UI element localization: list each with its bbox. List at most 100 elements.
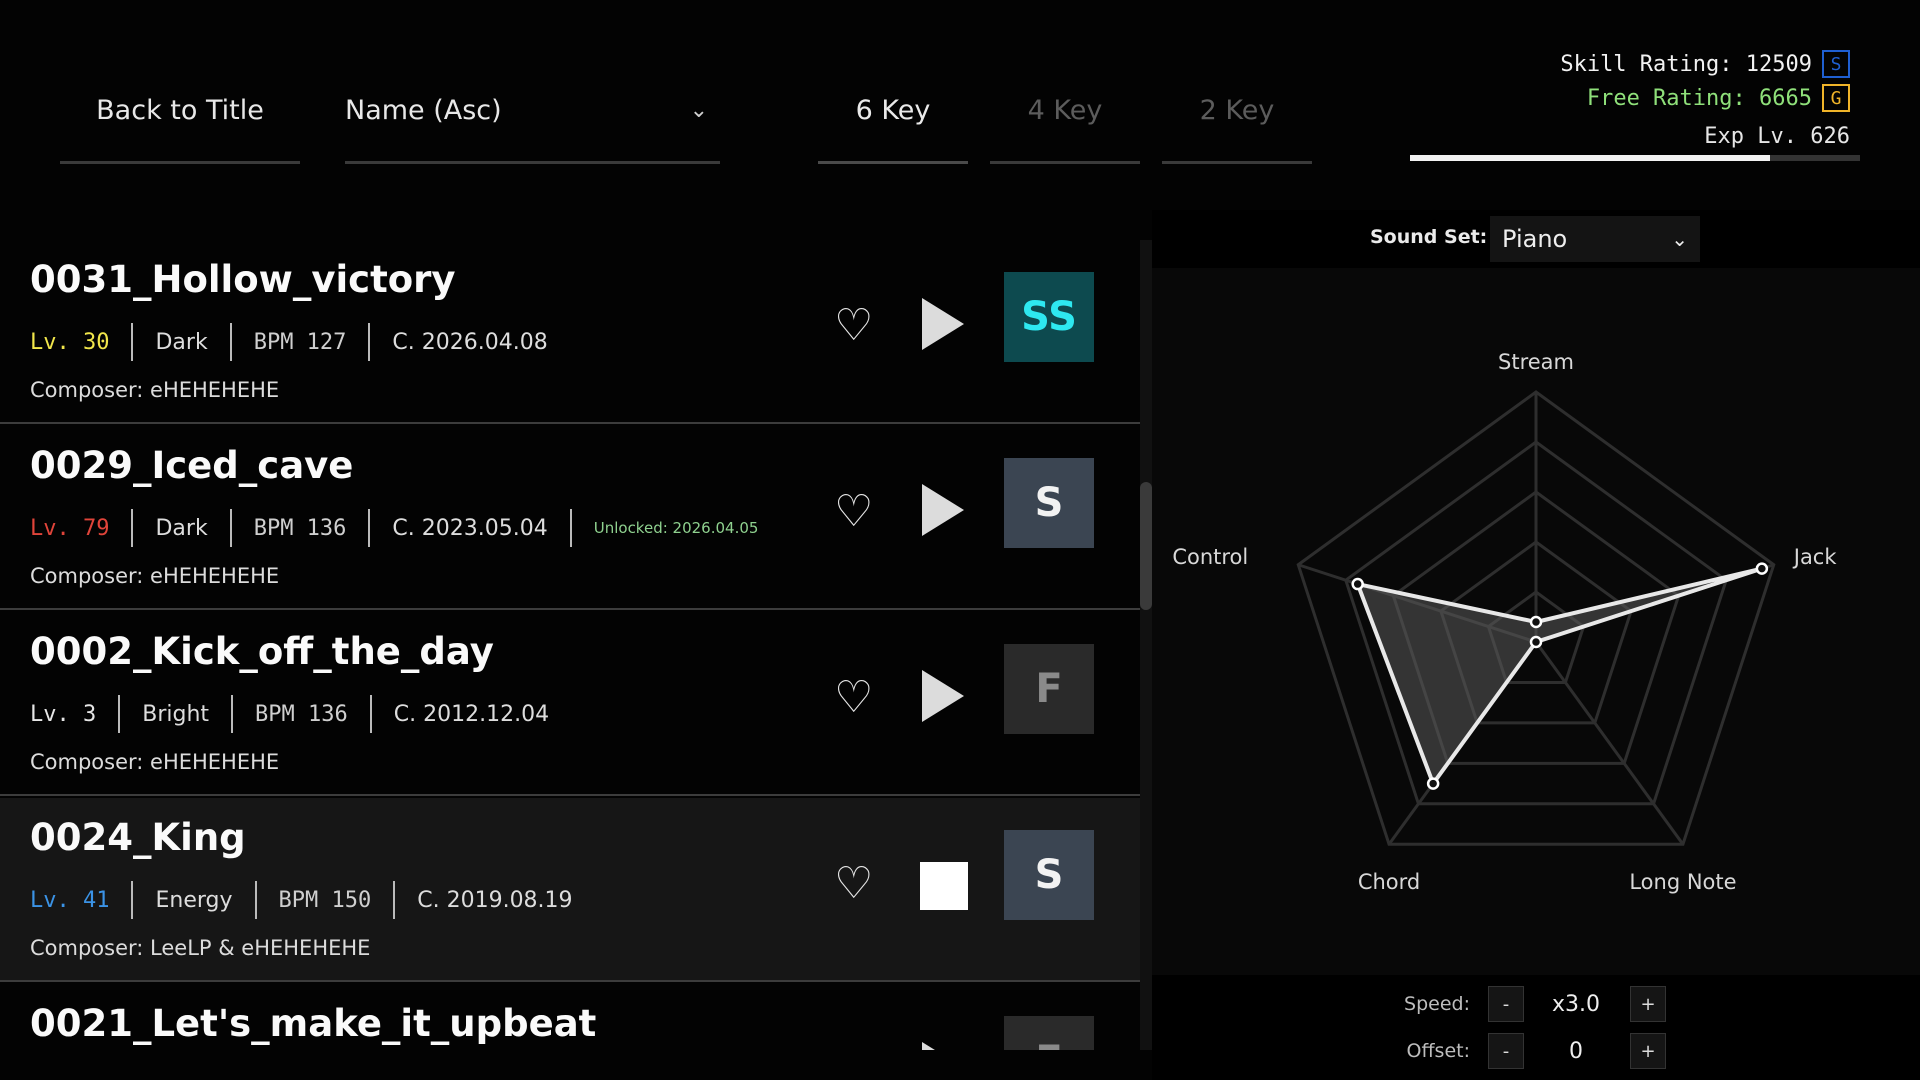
exp-progress-bar [1410, 155, 1860, 161]
play-icon[interactable] [922, 484, 964, 536]
radar-value-point [1755, 562, 1769, 575]
sound-set-label: Sound Set: [1370, 226, 1488, 248]
song-title: 0002_Kick_off_the_day [30, 630, 494, 673]
divider [369, 695, 372, 733]
back-to-title-label: Back to Title [96, 95, 264, 126]
offset-label: Offset: [1406, 1040, 1471, 1062]
song-row[interactable]: 0029_Iced_cave Lv. 79 Dark BPM 136 C. 20… [0, 426, 1140, 610]
skill-rank-badge: S [1822, 50, 1850, 78]
chevron-down-icon: ⌄ [1671, 227, 1688, 251]
divider [254, 881, 257, 919]
play-icon[interactable] [922, 1042, 964, 1050]
divider [368, 323, 371, 361]
song-row[interactable]: 0031_Hollow_victory Lv. 30 Dark BPM 127 … [0, 240, 1140, 424]
song-date: C. 2019.08.19 [417, 887, 573, 913]
grade-badge: S [1004, 458, 1094, 548]
radar-axis-label: Jack [1793, 544, 1837, 569]
grade-badge: F [1004, 1016, 1094, 1050]
chevron-down-icon: ⌄ [689, 98, 708, 123]
song-row[interactable]: 0021_Let's_make_it_upbeat ♡ F [0, 984, 1140, 1050]
divider [131, 881, 134, 919]
free-rating: Free Rating: 6665 G [1587, 84, 1850, 112]
song-date: C. 2012.12.04 [393, 701, 550, 727]
song-title: 0024_King [30, 816, 246, 859]
offset-increase-button[interactable]: + [1630, 1033, 1666, 1069]
song-level: Lv. 30 [30, 329, 110, 355]
radar-value-point [1351, 577, 1364, 591]
song-meta: Lv. 79 Dark BPM 136 C. 2023.05.04 Unlock… [30, 508, 758, 548]
sort-value: Name (Asc) [345, 95, 502, 126]
exp-level: Exp Lv. 626 [1704, 124, 1850, 149]
offset-decrease-button[interactable]: - [1488, 1033, 1524, 1069]
radar-axis-label: Long Note [1629, 870, 1737, 895]
song-composer: Composer: eHEHEHEHE [30, 564, 280, 588]
radar-value-point [1426, 777, 1440, 790]
heart-icon[interactable]: ♡ [834, 300, 873, 351]
radar-axis-label: Control [1172, 544, 1249, 569]
song-level: Lv. 3 [30, 701, 97, 727]
song-title: 0031_Hollow_victory [30, 258, 456, 301]
heart-icon[interactable]: ♡ [834, 1044, 873, 1050]
song-bpm: BPM 127 [253, 329, 347, 355]
back-to-title-button[interactable]: Back to Title [60, 60, 300, 164]
song-meta: Lv. 30 Dark BPM 127 C. 2026.04.08 [30, 322, 548, 362]
song-level: Lv. 79 [30, 515, 110, 541]
song-meta: Lv. 3 Bright BPM 136 C. 2012.12.04 [30, 694, 549, 734]
grade-badge: SS [1004, 272, 1094, 362]
divider [229, 323, 232, 361]
play-icon[interactable] [922, 670, 964, 722]
radar-value-point [1529, 635, 1543, 649]
skill-rating-label: Skill Rating: 12509 [1560, 51, 1812, 77]
speed-value: x3.0 [1551, 992, 1600, 1017]
radar-chart [1296, 390, 1776, 846]
stop-icon[interactable] [920, 862, 968, 910]
divider [368, 509, 371, 547]
tab-2-key-label: 2 Key [1199, 95, 1275, 126]
song-title: 0021_Let's_make_it_upbeat [30, 1002, 597, 1045]
song-date: C. 2023.05.04 [392, 515, 548, 541]
speed-label: Speed: [1404, 993, 1470, 1015]
song-genre: Energy [155, 887, 233, 913]
sound-set-value: Piano [1502, 225, 1568, 253]
tab-2-key[interactable]: 2 Key [1162, 60, 1312, 164]
song-composer: Composer: eHEHEHEHE [30, 378, 280, 402]
tab-4-key[interactable]: 4 Key [990, 60, 1140, 164]
scrollbar-track[interactable] [1140, 240, 1152, 1050]
divider [569, 509, 572, 547]
song-date: C. 2026.04.08 [392, 329, 548, 355]
divider [131, 509, 134, 547]
exp-progress-fill [1410, 155, 1770, 161]
divider [229, 509, 232, 547]
tab-4-key-label: 4 Key [1027, 95, 1103, 126]
song-unlocked-date: Unlocked: 2026.04.05 [593, 519, 759, 537]
divider [393, 881, 396, 919]
tab-6-key[interactable]: 6 Key [818, 60, 968, 164]
song-row[interactable]: 0024_King Lv. 41 Energy BPM 150 C. 2019.… [0, 798, 1140, 982]
divider [118, 695, 121, 733]
play-icon[interactable] [922, 298, 964, 350]
heart-icon[interactable]: ♡ [834, 858, 873, 909]
song-genre: Bright [142, 701, 210, 727]
skill-rating: Skill Rating: 12509 S [1560, 50, 1850, 78]
radar-axis-label: Chord [1357, 870, 1421, 895]
song-bpm: BPM 136 [255, 701, 348, 727]
song-bpm: BPM 136 [253, 515, 347, 541]
grade-badge: F [1004, 644, 1094, 734]
song-composer: Composer: eHEHEHEHE [30, 750, 280, 774]
song-composer: Composer: LeeLP & eHEHEHEHE [30, 936, 371, 960]
play-settings-area [1152, 975, 1920, 1080]
song-genre: Dark [155, 329, 208, 355]
offset-value: 0 [1569, 1039, 1583, 1064]
sort-dropdown[interactable]: Name (Asc) ⌄ [345, 60, 720, 164]
sound-set-dropdown[interactable]: Piano ⌄ [1490, 216, 1700, 262]
song-title: 0029_Iced_cave [30, 444, 354, 487]
speed-increase-button[interactable]: + [1630, 986, 1666, 1022]
divider [231, 695, 234, 733]
song-genre: Dark [155, 515, 208, 541]
free-rating-label: Free Rating: 6665 [1586, 85, 1812, 111]
speed-decrease-button[interactable]: - [1488, 986, 1524, 1022]
song-row[interactable]: 0002_Kick_off_the_day Lv. 3 Bright BPM 1… [0, 612, 1140, 796]
heart-icon[interactable]: ♡ [834, 486, 873, 537]
radar-axis-line [1534, 641, 1685, 846]
heart-icon[interactable]: ♡ [834, 672, 873, 723]
